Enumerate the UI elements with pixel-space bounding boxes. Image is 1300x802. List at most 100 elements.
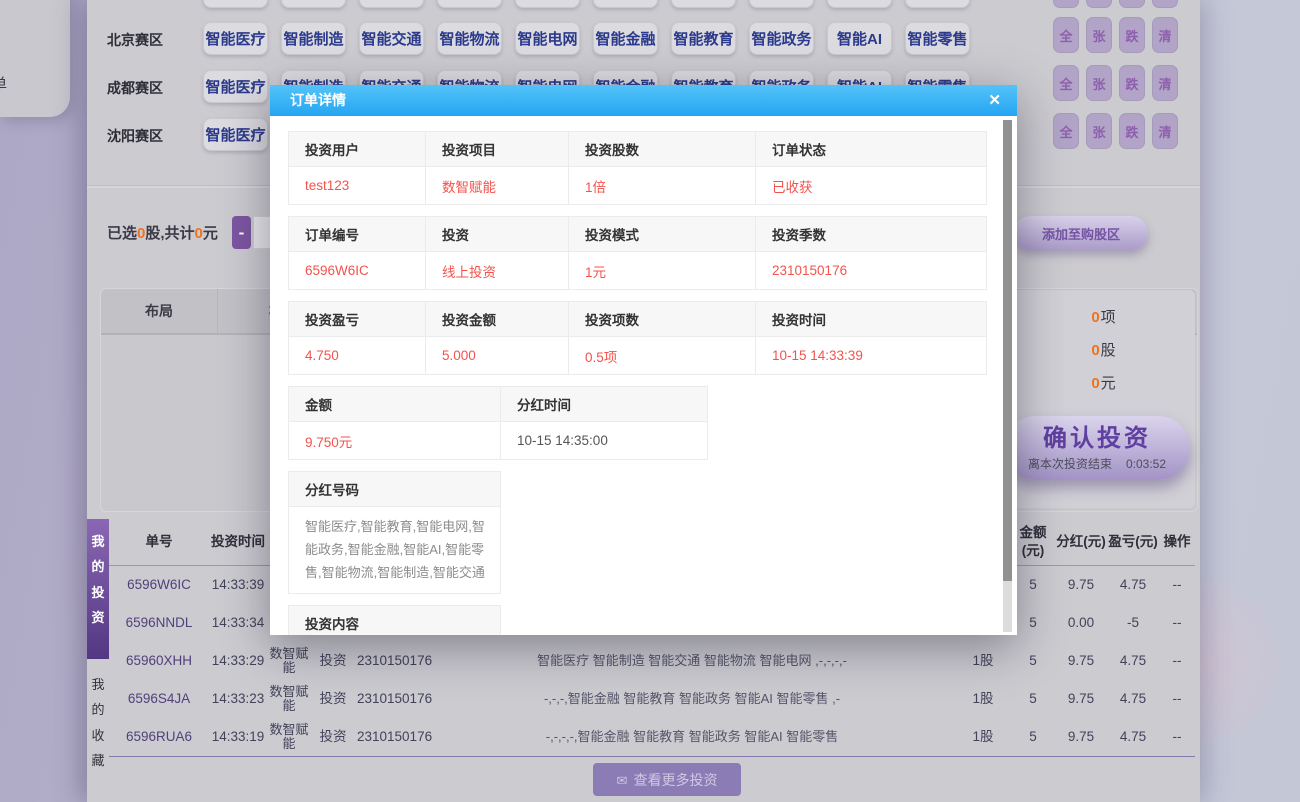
order-cell: 智能医疗 智能制造 智能交通 智能物流 智能电网 ,-,-,-,- [429,642,955,680]
invest-content-table: 投资内容智能金融 智能教育 智能政务 [288,605,501,635]
confirm-invest-button[interactable]: 确认投资 离本次投资结束0:03:52 [1004,416,1190,480]
order-cell: -- [1159,680,1195,718]
filter-button[interactable]: 跌 [1119,17,1145,53]
detail-value-cell: 已收获 [756,167,987,205]
filter-button[interactable]: 全 [1053,17,1079,53]
order-row[interactable]: 6596RUA614:33:19数智赋能投资2310150176-,-,-,-,… [109,718,1195,757]
sector-chip-button[interactable]: 智能电网 [515,0,580,8]
selected-amount: 0 [195,225,203,242]
order-cell: 14:33:39 [209,566,267,605]
tab-layout[interactable]: 布局 [101,289,218,333]
order-cell: 5 [1011,718,1055,757]
sector-chip-button[interactable]: 智能电网 [515,22,580,55]
order-cell: -- [1159,718,1195,757]
order-cell: 5 [1011,642,1055,680]
detail-header-cell: 投资项数 [569,302,756,337]
order-cell: 6596RUA6 [109,718,209,757]
sector-row: 智能医疗 智能制造 智能交通 智能物流 智能电网 智能金融 智能教育 智能政务 智能AI 智能零售 [87,0,1200,15]
sector-chip-button[interactable]: 智能金融 [593,0,658,8]
tab-my-investments[interactable]: 我的投资 [87,519,109,659]
add-to-cart-button[interactable]: 添加至购股区 [1014,216,1148,250]
order-cell: 1股 [955,642,1011,680]
sector-chip-button[interactable]: 智能AI [827,22,892,55]
detail-header-cell: 投资内容 [289,606,501,635]
filter-button[interactable]: 全 [1053,113,1079,149]
detail-value-row: 智能医疗,智能教育,智能电网,智能政务,智能金融,智能AI,智能零售,智能物流,… [289,507,501,594]
tab-my-favorites[interactable]: 我的收藏 [87,662,109,798]
sector-chip-button[interactable]: 智能医疗 [203,118,268,151]
sector-chip-button[interactable]: 智能交通 [359,0,424,8]
order-cell: 14:33:34 [209,604,267,642]
detail-header-row: 投资用户投资项目投资股数订单状态 [289,132,987,167]
filter-button[interactable]: 张 [1086,113,1112,149]
sector-chip-button[interactable]: 智能医疗 [203,22,268,55]
filter-button[interactable]: 清 [1152,0,1178,8]
action-groups: 全张跌清全张跌清全张跌清全张跌清 [1053,0,1193,170]
sector-chip-button[interactable]: 智能教育 [671,0,736,8]
stat-shares: 0股 [1012,339,1195,360]
detail-value-row: test123数智赋能1倍已收获 [289,167,987,205]
filter-button[interactable]: 张 [1086,17,1112,53]
sector-chip-button[interactable]: 智能物流 [437,22,502,55]
left-nav-panel: 单 [0,0,70,117]
order-cell: 1股 [955,718,1011,757]
orders-column-header: 操作 [1159,518,1195,566]
quantity-minus-button[interactable]: - [232,216,251,249]
modal-scrollbar[interactable] [1003,120,1012,632]
stat-amount: 0元 [1012,372,1195,393]
sector-chip-button[interactable]: 智能零售 [905,0,970,8]
order-cell: 5 [1011,604,1055,642]
filter-button[interactable]: 清 [1152,113,1178,149]
sector-chip-button[interactable]: 智能金融 [593,22,658,55]
filter-button[interactable]: 跌 [1119,65,1145,101]
order-cell: 2310150176 [355,680,429,718]
order-row[interactable]: 65960XHH14:33:29数智赋能投资2310150176智能医疗 智能制… [109,642,1195,680]
order-cell: -- [1159,604,1195,642]
order-cell: 65960XHH [109,642,209,680]
left-nav-item[interactable]: 单 [0,73,7,94]
detail-value-cell: 9.750元 [289,422,501,460]
sector-chip-button[interactable]: 智能交通 [359,22,424,55]
order-cell: 数智赋能 [267,642,311,680]
filter-group: 全张跌清 [1053,0,1178,8]
filter-group: 全张跌清 [1053,65,1178,101]
sector-chip-button[interactable]: 智能医疗 [203,0,268,8]
filter-button[interactable]: 张 [1086,65,1112,101]
order-detail-table: 投资盈亏投资金额投资项数投资时间4.7505.0000.5项10-15 14:3… [288,301,987,375]
order-cell: 投资 [311,680,355,718]
sector-chip-button[interactable]: 智能政务 [749,0,814,8]
sector-chip-button[interactable]: 智能教育 [671,22,736,55]
filter-button[interactable]: 张 [1086,0,1112,8]
sector-chip-button[interactable]: 智能物流 [437,0,502,8]
envelope-icon: ✉ [617,773,628,788]
detail-value-cell: 智能医疗,智能教育,智能电网,智能政务,智能金融,智能AI,智能零售,智能物流,… [289,507,501,594]
orders-column-header: 分红(元) [1055,518,1107,566]
sector-chip-button[interactable]: 智能制造 [281,0,346,8]
filter-button[interactable]: 全 [1053,0,1079,8]
filter-button[interactable]: 跌 [1119,0,1145,8]
view-more-button[interactable]: ✉查看更多投资 [593,763,741,796]
scrollbar-thumb[interactable] [1003,120,1012,581]
filter-button[interactable]: 清 [1152,65,1178,101]
modal-body: 投资用户投资项目投资股数订单状态test123数智赋能1倍已收获订单编号投资投资… [270,116,1017,635]
sector-chip-button[interactable]: 智能医疗 [203,70,268,103]
detail-value-row: 4.7505.0000.5项10-15 14:33:39 [289,337,987,375]
detail-header-cell: 分红时间 [501,387,708,422]
order-cell: 9.75 [1055,718,1107,757]
order-cell: 5 [1011,566,1055,605]
sector-label: 成都赛区 [107,78,163,98]
filter-button[interactable]: 全 [1053,65,1079,101]
detail-value-cell: 4.750 [289,337,426,375]
sector-chip-button[interactable]: 智能零售 [905,22,970,55]
sector-chip-button[interactable]: 智能政务 [749,22,814,55]
filter-button[interactable]: 清 [1152,17,1178,53]
detail-header-cell: 订单状态 [756,132,987,167]
sector-chip-button[interactable]: 智能制造 [281,22,346,55]
order-row[interactable]: 6596S4JA14:33:23数智赋能投资2310150176-,-,-,智能… [109,680,1195,718]
order-cell: -,-,-,-,智能金融 智能教育 智能政务 智能AI 智能零售 [429,718,955,757]
filter-button[interactable]: 跌 [1119,113,1145,149]
detail-header-cell: 投资季数 [756,217,987,252]
close-icon[interactable]: ✕ [988,85,1001,116]
sector-chip-button[interactable]: 智能AI [827,0,892,8]
order-cell: 6596W6IC [109,566,209,605]
